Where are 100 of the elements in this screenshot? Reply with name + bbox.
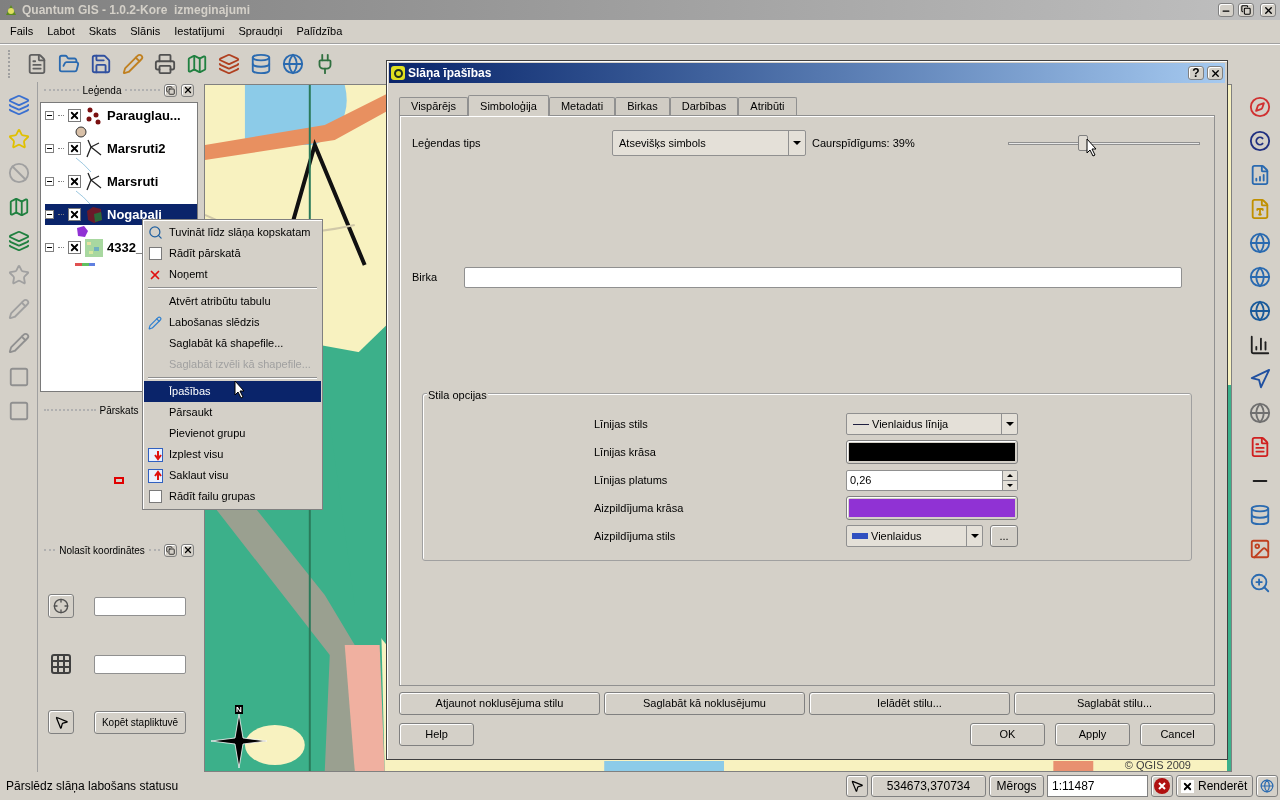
tab[interactable]: Simboloģija (468, 95, 549, 116)
minimize-button[interactable] (1218, 3, 1234, 17)
menu-item[interactable]: Labot (40, 23, 82, 40)
width-spinbox[interactable]: 0,26 (846, 469, 1018, 491)
menu-item[interactable]: Izplest visu (144, 444, 321, 465)
save-icon[interactable] (90, 52, 112, 75)
dialog-button[interactable]: Cancel (1140, 723, 1215, 746)
menu-item[interactable]: Rādīt pārskatā (144, 243, 321, 264)
render-toggle[interactable]: Renderēt (1176, 775, 1253, 797)
float-button[interactable] (164, 83, 177, 97)
layer-row[interactable]: Nogabali (45, 204, 197, 225)
scale-field[interactable]: 1:11487 (1047, 775, 1148, 797)
menu-item[interactable]: Fails (3, 23, 41, 40)
layer-row[interactable]: Marsruti (45, 171, 197, 192)
fill-style-dropdown[interactable]: Vienlaidus (846, 525, 983, 547)
style-button[interactable]: Saglabāt kā noklusējumu (604, 692, 805, 715)
pdf-icon[interactable] (1249, 436, 1271, 458)
menu-item[interactable]: Pievienot grupu (144, 423, 321, 444)
compass-icon[interactable] (1249, 96, 1271, 118)
menu-item[interactable]: Pārsaukt (144, 402, 321, 423)
histogram-icon[interactable] (1249, 334, 1271, 356)
collapse-toggle-icon[interactable] (45, 243, 54, 252)
visibility-checkbox[interactable] (68, 208, 81, 221)
collapse-toggle-icon[interactable] (45, 111, 54, 120)
style-button[interactable]: Saglabāt stilu... (1014, 692, 1215, 715)
add-vector-icon[interactable] (186, 52, 208, 75)
star-icon[interactable] (7, 128, 30, 150)
dialog-button[interactable]: OK (970, 723, 1045, 746)
globe-icon[interactable] (1249, 266, 1271, 288)
print-icon[interactable] (154, 52, 176, 75)
visibility-checkbox[interactable] (68, 142, 81, 155)
tab[interactable]: Metadati (548, 97, 616, 115)
tab[interactable]: Atribūti (738, 97, 797, 115)
menu-item[interactable]: Spraudņi (231, 23, 290, 40)
add-vector-icon[interactable] (7, 196, 30, 218)
zoom-icon[interactable] (1249, 572, 1271, 594)
checkbox[interactable] (148, 247, 162, 260)
tab[interactable]: Vispārējs (399, 97, 469, 115)
menu-item[interactable]: Rādīt failu grupas (144, 486, 321, 507)
image-icon[interactable] (1249, 538, 1271, 560)
folder-icon[interactable] (58, 52, 80, 75)
north-arrow-icon[interactable] (1249, 368, 1271, 390)
database-icon[interactable] (250, 52, 272, 75)
layer-row[interactable]: Marsruti2 (45, 138, 197, 159)
menu-item[interactable]: Palīdzība (289, 23, 350, 40)
layer-row[interactable]: Parauglau... (45, 105, 197, 126)
globe-icon[interactable] (1249, 402, 1271, 424)
coordinate-field[interactable] (94, 654, 186, 674)
menu-item[interactable]: Saglabāt kā shapefile... (144, 333, 321, 354)
stop-button[interactable] (1151, 775, 1173, 797)
checkbox[interactable] (148, 490, 162, 503)
menu-item[interactable]: Īpašības (144, 381, 321, 402)
style-button[interactable]: Ielādēt stilu... (809, 692, 1010, 715)
close-button[interactable] (1260, 3, 1276, 17)
copyright-icon[interactable] (1249, 130, 1271, 152)
menu-item[interactable]: Skats (81, 23, 124, 40)
collapse-toggle-icon[interactable] (45, 210, 54, 219)
close-button[interactable] (181, 83, 194, 97)
legend-type-dropdown[interactable]: Atsevišķs simbols (612, 130, 806, 156)
database-icon[interactable] (1249, 504, 1271, 526)
menu-item[interactable]: Tuvināt līdz slāņa kopskatam (144, 222, 321, 243)
close-button[interactable] (1207, 66, 1223, 80)
coordinate-field[interactable] (94, 596, 186, 616)
collapse-toggle-icon[interactable] (45, 144, 54, 153)
visibility-checkbox[interactable] (68, 241, 81, 254)
transparency-slider[interactable] (1008, 135, 1200, 151)
globe-icon[interactable] (282, 52, 304, 75)
tag-field[interactable] (464, 267, 1182, 288)
globe-icon[interactable] (1249, 300, 1271, 322)
float-button[interactable] (164, 543, 177, 557)
copy-button[interactable]: Kopēt stapliktuvē (94, 710, 186, 734)
tab[interactable]: Birkas (615, 97, 670, 115)
menu-item[interactable]: Slānis (123, 23, 168, 40)
visibility-checkbox[interactable] (68, 109, 81, 122)
restore-button[interactable] (1238, 3, 1254, 17)
globe-icon[interactable] (1249, 232, 1271, 254)
mouse-button[interactable] (48, 710, 74, 734)
help-button[interactable]: ? (1188, 66, 1204, 80)
line-style-dropdown[interactable]: Vienlaidus līnija (846, 413, 1018, 435)
menu-item[interactable]: Noņemt (144, 264, 321, 285)
more-button[interactable]: ... (990, 525, 1018, 547)
new-file-icon[interactable] (26, 52, 48, 75)
add-raster-icon[interactable] (7, 230, 30, 252)
help-button[interactable]: Help (399, 723, 474, 746)
coordinate-toggle-button[interactable] (846, 775, 868, 797)
tab[interactable]: Darbības (669, 97, 739, 115)
menu-item[interactable]: Labošanas slēdzis (144, 312, 321, 333)
close-button[interactable] (181, 543, 194, 557)
add-raster-icon[interactable] (218, 52, 240, 75)
menu-item[interactable]: Saklaut visu (144, 465, 321, 486)
style-button[interactable]: Atjaunot noklusējuma stilu (399, 692, 600, 715)
menu-item[interactable]: Iestatījumi (167, 23, 232, 40)
layer-icon[interactable] (7, 94, 30, 116)
document-icon[interactable] (1249, 164, 1271, 186)
crosshair-button[interactable] (48, 594, 74, 618)
save-as-icon[interactable] (122, 52, 144, 75)
projection-button[interactable] (1256, 775, 1278, 797)
menu-item[interactable]: Atvērt atribūtu tabulu (144, 291, 321, 312)
visibility-checkbox[interactable] (68, 175, 81, 188)
render-checkbox[interactable] (1181, 779, 1194, 793)
